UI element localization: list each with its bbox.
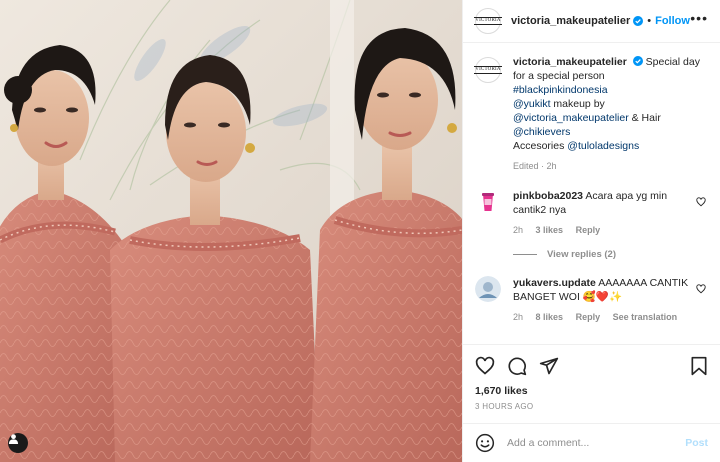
post-actions: 1,670 likes 3 HOURS AGO Post	[463, 344, 720, 462]
comment-time: 2h	[513, 312, 524, 322]
verified-badge-icon	[632, 56, 643, 66]
post-photo[interactable]	[0, 0, 462, 462]
comment-likes[interactable]: 8 likes	[536, 312, 564, 322]
comment-username[interactable]: pinkboba2023	[513, 190, 583, 202]
edited-label: Edited · 2h	[513, 161, 557, 171]
mention-link[interactable]: @victoria_makeupatelier	[513, 112, 629, 124]
heart-icon[interactable]	[475, 356, 495, 376]
replies-divider	[513, 254, 537, 255]
follow-button[interactable]: Follow	[655, 15, 690, 27]
share-icon[interactable]	[539, 356, 559, 376]
caption-text: victoria_makeupatelier Special day for a…	[513, 55, 703, 173]
header-separator: •	[647, 15, 652, 27]
user-tag-icon	[8, 434, 19, 444]
caption-username[interactable]: victoria_makeupatelier	[513, 56, 627, 68]
user-tag-button[interactable]	[8, 433, 28, 453]
post-timestamp: 3 HOURS AGO	[475, 402, 534, 411]
caption-body: makeup by	[553, 98, 605, 110]
post-side-panel: VICTORIA victoria_makeupatelier • Follow…	[462, 0, 720, 462]
boba-cup-icon	[475, 189, 501, 215]
author-username[interactable]: victoria_makeupatelier	[511, 15, 630, 27]
reply-button[interactable]: Reply	[576, 312, 601, 322]
comment-meta: 2h 3 likes Reply	[513, 223, 693, 237]
post-dialog: VICTORIA victoria_makeupatelier • Follow…	[0, 0, 720, 462]
comment-item: pinkboba2023 Acara apa yg min cantik2 ny…	[475, 189, 708, 237]
comment-icon[interactable]	[507, 356, 527, 376]
comment-time: 2h	[513, 225, 524, 235]
comment-username[interactable]: yukavers.update	[513, 277, 596, 289]
mention-link[interactable]: @chikievers	[513, 126, 570, 138]
author-avatar[interactable]: VICTORIA	[474, 8, 502, 34]
verified-badge-icon	[633, 16, 644, 26]
action-icons	[475, 353, 708, 379]
commenter-avatar[interactable]	[475, 276, 501, 302]
mention-link[interactable]: @tuloladesigns	[567, 140, 639, 152]
add-comment-bar: Post	[463, 423, 720, 462]
reply-button[interactable]: Reply	[576, 225, 601, 235]
likes-count[interactable]: 1,670 likes	[475, 385, 708, 397]
view-replies-label: View replies (2)	[547, 249, 616, 260]
comment-body: yukavers.update AAAAAAA CANTIK BANGET WO…	[513, 276, 693, 324]
brand-logo: VICTORIA	[474, 66, 502, 74]
caption: VICTORIA victoria_makeupatelier Special …	[474, 55, 708, 173]
post-photo-illustration	[0, 0, 462, 462]
comment-input[interactable]	[507, 437, 686, 449]
caption-body: Accesories	[513, 140, 565, 152]
post-header: VICTORIA victoria_makeupatelier • Follow…	[463, 0, 720, 43]
comment-item: yukavers.update AAAAAAA CANTIK BANGET WO…	[475, 276, 708, 324]
comment-likes[interactable]: 3 likes	[536, 225, 564, 235]
view-replies-button[interactable]: View replies (2)	[513, 249, 708, 260]
comments-list: VICTORIA victoria_makeupatelier Special …	[463, 43, 720, 344]
bookmark-icon[interactable]	[690, 356, 708, 376]
emoji-icon[interactable]	[475, 433, 495, 453]
comment-meta: 2h 8 likes Reply See translation	[513, 310, 693, 324]
brand-logo: VICTORIA	[474, 17, 502, 25]
profile-picture-icon	[475, 276, 501, 302]
caption-body: & Hair	[631, 112, 661, 124]
more-options-button[interactable]: •••	[690, 11, 708, 25]
mention-link[interactable]: @yukikt	[513, 98, 551, 110]
caption-meta: Edited · 2h	[513, 159, 703, 173]
hashtag-link[interactable]: #blackpinkindonesia	[513, 84, 608, 96]
commenter-avatar[interactable]	[475, 189, 501, 215]
caption-avatar[interactable]: VICTORIA	[474, 57, 502, 83]
see-translation-button[interactable]: See translation	[613, 312, 678, 322]
comment-like-icon[interactable]	[696, 284, 706, 294]
post-comment-button[interactable]: Post	[685, 437, 708, 449]
comment-body: pinkboba2023 Acara apa yg min cantik2 ny…	[513, 189, 693, 237]
comment-like-icon[interactable]	[696, 197, 706, 207]
